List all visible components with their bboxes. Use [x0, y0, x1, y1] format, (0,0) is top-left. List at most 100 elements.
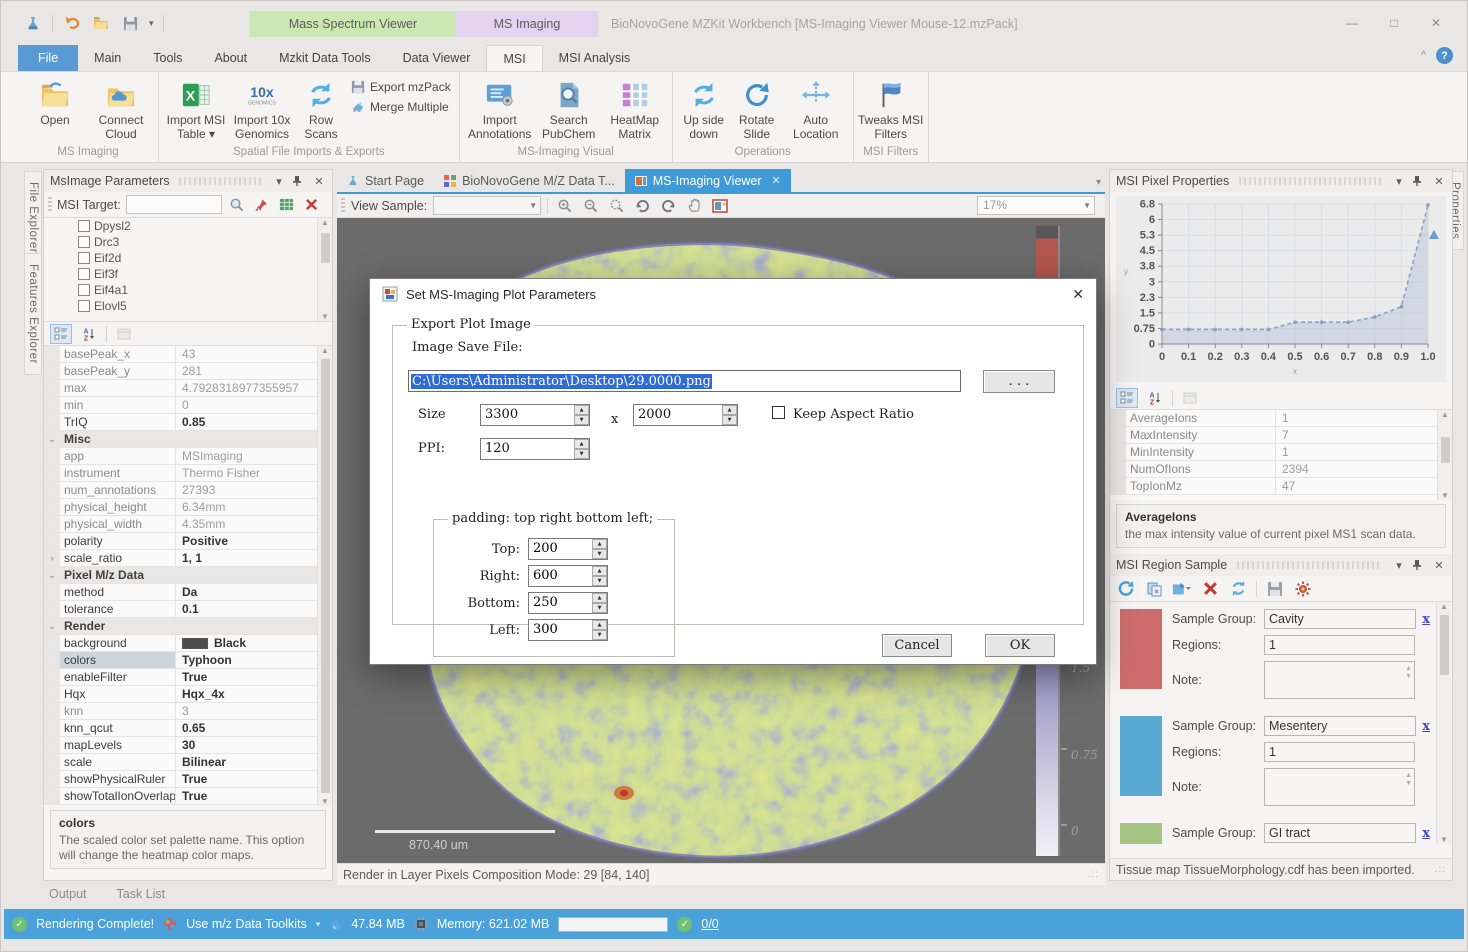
keep-aspect-ratio-checkbox[interactable]: [772, 406, 785, 419]
refresh-icon[interactable]: [1116, 579, 1136, 599]
property-row[interactable]: Hqx Hqx_4x: [44, 686, 319, 703]
qat-dropdown-icon[interactable]: ▾: [149, 18, 154, 29]
zoom-level-combobox[interactable]: 17%▼: [977, 196, 1095, 215]
gene-list-item[interactable]: Elovl5: [44, 298, 332, 314]
close-tab-icon[interactable]: ✕: [772, 174, 781, 187]
save-icon[interactable]: [120, 13, 140, 33]
browse-button[interactable]: . . .: [983, 370, 1055, 393]
resize-grip[interactable]: .::: [1088, 869, 1099, 880]
property-row[interactable]: showTotalIonOverlap True: [44, 788, 319, 805]
property-row[interactable]: colors Typhoon: [44, 652, 319, 669]
remove-sample-link[interactable]: x: [1422, 719, 1430, 734]
property-value[interactable]: 43: [176, 347, 319, 361]
property-value[interactable]: True: [176, 670, 319, 684]
import-10x-genomics-button[interactable]: 10xGENOMICS Import 10x Genomics: [229, 74, 295, 142]
property-grid-scrollbar[interactable]: ▲▼: [1437, 410, 1452, 500]
clear-icon[interactable]: [302, 195, 322, 215]
property-row[interactable]: min 0: [44, 397, 319, 414]
property-value[interactable]: 1: [1276, 445, 1452, 459]
checkbox[interactable]: [78, 220, 90, 232]
padding-spinner[interactable]: 600▲▼: [528, 565, 608, 587]
open-folder-icon[interactable]: [91, 13, 111, 33]
checkbox[interactable]: [78, 268, 90, 280]
gene-list-item[interactable]: Drc3: [44, 234, 332, 250]
task-counter-link[interactable]: 0/0: [701, 917, 718, 931]
copy-region-icon[interactable]: [1144, 579, 1164, 599]
property-row[interactable]: tolerance 0.1: [44, 601, 319, 618]
zoom-out-icon[interactable]: [580, 196, 600, 216]
image-save-file-input[interactable]: C:\Users\Administrator\Desktop\29.0000.p…: [408, 370, 961, 392]
save-region-icon[interactable]: [1265, 579, 1285, 599]
expander-icon[interactable]: ⌄: [48, 570, 56, 581]
checkbox[interactable]: [78, 300, 90, 312]
tab-mz-data[interactable]: BioNovoGene M/Z Data T...: [434, 169, 625, 192]
property-row[interactable]: scale Bilinear: [44, 754, 319, 771]
context-tab-ms-imaging[interactable]: MS Imaging: [456, 11, 598, 37]
export-image-icon[interactable]: [710, 196, 730, 216]
close-icon[interactable]: ✕: [1432, 175, 1446, 188]
checkbox[interactable]: [78, 236, 90, 248]
property-row[interactable]: ⌄ Pixel M/z Data: [44, 567, 319, 584]
expander-icon[interactable]: ⌄: [48, 621, 56, 632]
dialog-title-bar[interactable]: Set MS-Imaging Plot Parameters ✕: [370, 279, 1096, 309]
bottom-tab[interactable]: Task List: [111, 885, 172, 903]
panel-menu-icon[interactable]: ▾: [1392, 559, 1406, 572]
gene-list-item[interactable]: Eif4a1: [44, 282, 332, 298]
remove-sample-link[interactable]: x: [1422, 826, 1430, 841]
sample-color-swatch[interactable]: [1120, 716, 1162, 796]
property-value[interactable]: Positive: [176, 534, 319, 548]
export-mzpack-button[interactable]: Export mzPack: [351, 80, 451, 94]
ribbon-tab[interactable]: MSI Analysis: [543, 45, 647, 71]
property-row[interactable]: background Black: [44, 635, 319, 652]
property-value[interactable]: 6.34mm: [176, 500, 319, 514]
property-row[interactable]: knn_qcut 0.65: [44, 720, 319, 737]
ribbon-tab[interactable]: Mzkit Data Tools: [263, 45, 386, 71]
rotate-slide-button[interactable]: Rotate Slide: [731, 74, 783, 142]
checkbox[interactable]: [78, 284, 90, 296]
alphabetical-sort-icon[interactable]: AZ: [1144, 388, 1166, 408]
property-value[interactable]: 0: [176, 398, 319, 412]
ribbon-tab[interactable]: Tools: [137, 45, 198, 71]
auto-location-button[interactable]: Auto Location: [783, 74, 849, 142]
property-value[interactable]: 47: [1276, 479, 1452, 493]
ok-button[interactable]: OK: [985, 634, 1055, 657]
tab-ms-imaging-viewer[interactable]: MS-Imaging Viewer ✕: [625, 169, 791, 192]
ribbon-tab[interactable]: Main: [78, 45, 137, 71]
context-tab-mass-spectrum-viewer[interactable]: Mass Spectrum Viewer: [250, 11, 456, 37]
pin-icon[interactable]: [292, 175, 306, 187]
categorized-view-icon[interactable]: [50, 324, 72, 344]
property-value[interactable]: 0.1: [176, 602, 319, 616]
dialog-close-icon[interactable]: ✕: [1072, 286, 1084, 303]
property-value[interactable]: Hqx_4x: [176, 687, 319, 701]
property-value[interactable]: 0.65: [176, 721, 319, 735]
property-row[interactable]: ⌄ Misc: [44, 431, 319, 448]
ribbon-tab[interactable]: Data Viewer: [387, 45, 487, 71]
import-annotations-button[interactable]: Import Annotations: [464, 74, 536, 142]
search-pubchem-button[interactable]: Search PubChem: [536, 74, 602, 142]
tab-list-dropdown-icon[interactable]: ▾: [1096, 177, 1101, 188]
cancel-button[interactable]: Cancel: [882, 634, 952, 657]
merge-multiple-button[interactable]: Merge Multiple: [351, 100, 451, 114]
property-value[interactable]: Bilinear: [176, 755, 319, 769]
help-icon[interactable]: ?: [1436, 47, 1453, 64]
pan-hand-icon[interactable]: [684, 196, 704, 216]
property-row[interactable]: physical_width 4.35mm: [44, 516, 319, 533]
property-value[interactable]: Da: [176, 585, 319, 599]
property-row[interactable]: MinIntensity 1: [1110, 444, 1452, 461]
collapse-ribbon-icon[interactable]: ^: [1421, 50, 1426, 61]
msi-target-input[interactable]: [126, 195, 222, 214]
zoom-in-icon[interactable]: [554, 196, 574, 216]
panel-menu-icon[interactable]: ▾: [1392, 175, 1406, 188]
sample-list-scrollbar[interactable]: ▲▼: [1436, 602, 1451, 844]
property-value[interactable]: 1: [1276, 411, 1452, 425]
gene-list-scrollbar[interactable]: ▲▼: [317, 218, 332, 321]
property-row[interactable]: NumOfIons 2394: [1110, 461, 1452, 478]
spinner-buttons[interactable]: ▲▼: [722, 405, 737, 425]
sample-color-swatch[interactable]: [1120, 823, 1162, 844]
resize-grip[interactable]: .::: [1435, 864, 1446, 875]
close-icon[interactable]: ✕: [312, 175, 326, 188]
property-value[interactable]: 7: [1276, 428, 1452, 442]
pin-icon[interactable]: [1412, 175, 1426, 187]
spinner-buttons[interactable]: ▲▼: [574, 439, 589, 459]
property-value[interactable]: 1, 1: [176, 551, 319, 565]
